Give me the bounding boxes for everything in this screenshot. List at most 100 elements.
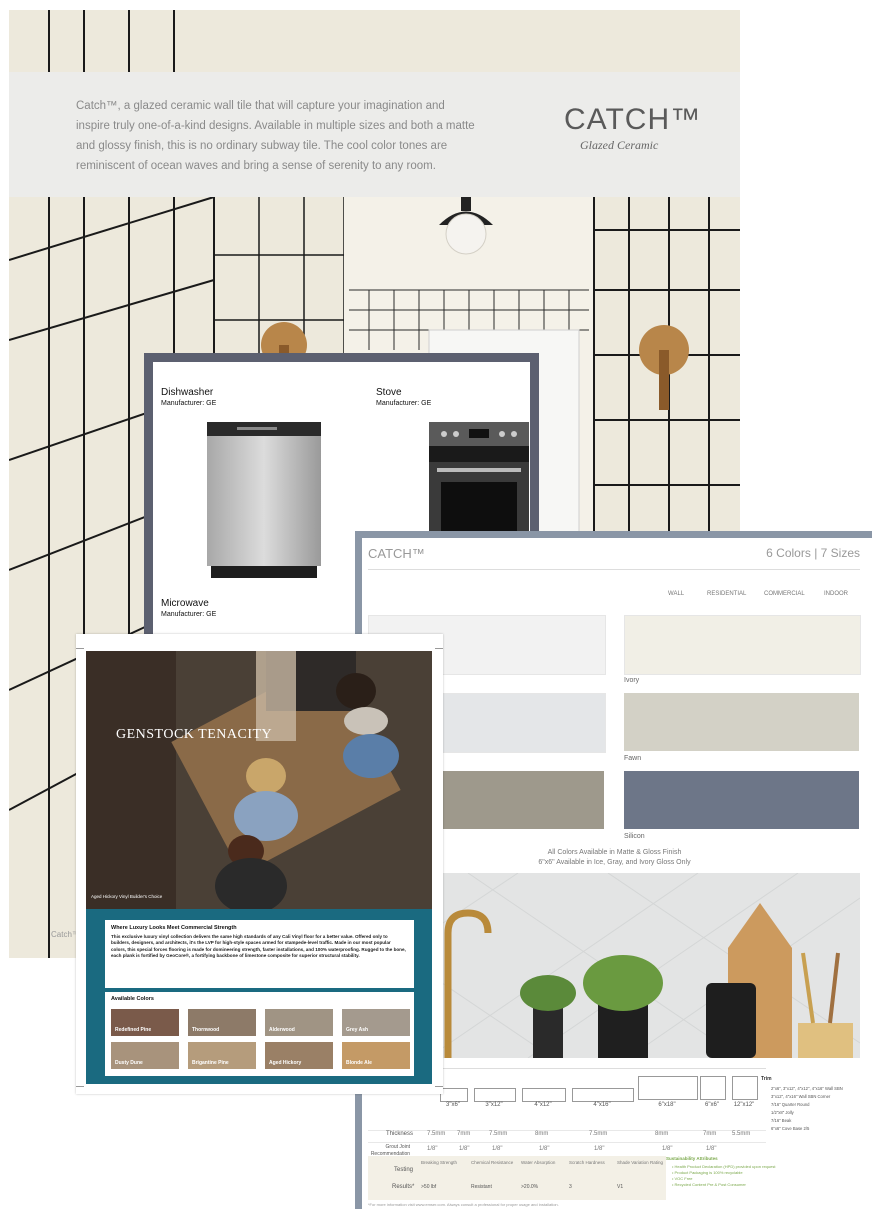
testing-label: Testing [394, 1167, 414, 1173]
swatch-label: Silicon [624, 833, 645, 840]
swatch-label: Fawn [624, 755, 642, 762]
sustainability-item: • Product Packaging is 100% recyclable [672, 1170, 743, 1175]
header-divider [368, 569, 860, 570]
thickness-value: 5.5mm [732, 1131, 751, 1137]
appliance-manufacturer: Manufacturer: GE [376, 400, 432, 407]
trim-item: 1/2"x8" Jolly [771, 1110, 794, 1115]
thickness-label: Thickness [386, 1131, 414, 1137]
testing-row: Breaking Strength Chemical Resistance Wate… [421, 1160, 666, 1176]
flyer-title: GENSTOCK TENACITY [116, 727, 273, 742]
size-label: 6"x18" [658, 1102, 676, 1108]
testing-item: Water Absorption [521, 1160, 556, 1165]
color-chip-label: Aged Hickory [269, 1060, 302, 1066]
size-label: 3"x12" [485, 1102, 503, 1108]
result-value: V1 [617, 1184, 624, 1190]
trim-item: 7/16" Beak [771, 1118, 792, 1123]
grout-value: 1/8" [492, 1146, 503, 1152]
size-label: 3"x6" [446, 1102, 460, 1108]
color-chip: Alderwood [265, 1009, 333, 1036]
size-outline [700, 1076, 726, 1100]
size-outline-row: 3"x6" 3"x12" 4"x12" 4"x16" 6"x18" 6"x6" 12"x12… [440, 1076, 760, 1120]
description-heading: Where Luxury Looks Meet Commercial Stren… [111, 925, 237, 931]
thickness-value: 8mm [535, 1131, 549, 1137]
color-chip: Redefined Pine [111, 1009, 179, 1036]
grout-value: 1/8" [539, 1146, 550, 1152]
description-body: This exclusive luxury vinyl collection d… [111, 934, 406, 958]
usage-residential: RESIDENTIAL [707, 591, 747, 597]
description-card: Where Luxury Looks Meet Commercial Stren… [105, 920, 414, 988]
colors-heading: Available Colors [111, 996, 154, 1002]
crop-mark [435, 1086, 443, 1087]
swatch-label: Ivory [624, 677, 640, 684]
thickness-value: 7mm [457, 1131, 471, 1137]
color-chip-grid: Redefined Pine Thornwood Alderwood Grey Ash… [111, 1009, 411, 1071]
usage-wall: WALL [668, 591, 685, 597]
color-swatch [624, 693, 859, 751]
thickness-value: 7.5mm [427, 1131, 446, 1137]
testing-item: Scratch Hardness [569, 1160, 605, 1165]
appliance-name: Microwave [161, 598, 209, 609]
appliance-manufacturer: Manufacturer: GE [161, 611, 217, 618]
spec-subtitle: 6 Colors | 7 Sizes [766, 546, 860, 560]
color-chip-label: Blonde Ale [346, 1060, 372, 1066]
cafe-photo: GENSTOCK TENACITY Aged Hickory Vinyl Bui… [86, 651, 432, 909]
color-chip: Thornwood [188, 1009, 256, 1036]
row-divider [368, 1142, 766, 1143]
color-chip: Grey Ash [342, 1009, 410, 1036]
color-chip-label: Dusty Dune [115, 1060, 143, 1066]
appliance-name: Stove [376, 387, 402, 398]
sustainability-item: • Health Product Declaration (HPD) provi… [672, 1164, 776, 1169]
grout-row: 1/8" 1/8" 1/8" 1/8" 1/8" 1/8" 1/8" [422, 1146, 862, 1156]
thickness-value: 7mm [703, 1131, 717, 1137]
size-label: 4"x16" [593, 1102, 611, 1108]
grout-value: 1/8" [427, 1146, 438, 1152]
colors-card: Available Colors Redefined Pine Thornwood… [105, 992, 414, 1076]
color-chip: Brigantine Pine [188, 1042, 256, 1069]
thickness-value: 7.5mm [589, 1131, 608, 1137]
size-outline [522, 1088, 566, 1102]
crop-mark [435, 648, 443, 649]
grout-value: 1/8" [594, 1146, 605, 1152]
brochure-brand: CATCH™ [564, 103, 702, 136]
color-swatch [624, 771, 859, 829]
appliance-manufacturer: Manufacturer: GE [161, 400, 217, 407]
results-label: Results* [392, 1184, 415, 1190]
result-value: 3 [569, 1184, 572, 1190]
thickness-value: 8mm [655, 1131, 669, 1137]
usage-commercial: COMMERCIAL [764, 591, 805, 597]
result-value: >20.0% [521, 1184, 539, 1190]
testing-item: Shade Variation Rating [617, 1160, 663, 1165]
color-chip: Aged Hickory [265, 1042, 333, 1069]
appliance-name: Dishwasher [161, 387, 214, 398]
cafe-scene [86, 651, 432, 909]
size-outline [732, 1076, 758, 1100]
color-chip-label: Brigantine Pine [192, 1060, 229, 1066]
result-value: >50 lbf [421, 1184, 437, 1190]
spec-title: CATCH™ [368, 546, 425, 561]
color-chip-label: Thornwood [192, 1027, 220, 1033]
photo-caption: Aged Hickory Vinyl Builder's Choice [91, 894, 163, 899]
color-chip-label: Redefined Pine [115, 1027, 152, 1033]
thickness-value: 7.5mm [489, 1131, 508, 1137]
color-swatch [624, 615, 861, 675]
crop-mark [76, 648, 84, 649]
size-outline [440, 1088, 468, 1102]
grout-value: 1/8" [662, 1146, 673, 1152]
grout-value: 1/8" [706, 1146, 717, 1152]
color-chip-label: Grey Ash [346, 1027, 369, 1033]
results-row: >50 lbf Resistant >20.0% 3 V1 [421, 1184, 666, 1194]
sustainability-heading: Sustainability Attributes [666, 1156, 718, 1161]
trim-item: 3"x12", 4"x16" Wall SBN Corner [771, 1094, 831, 1099]
brochure-description: Catch™, a glazed ceramic wall tile that … [76, 100, 475, 172]
size-outline [474, 1088, 516, 1102]
grout-value: 1/8" [459, 1146, 470, 1152]
genstock-flyer: GENSTOCK TENACITY Aged Hickory Vinyl Bui… [76, 634, 443, 1094]
brochure-subtitle: Glazed Ceramic [580, 138, 659, 152]
sustainability-item: • VOC Free [672, 1176, 693, 1181]
color-chip: Dusty Dune [111, 1042, 179, 1069]
sustainability-item: • Recycled Content Pre & Post Consumer [672, 1182, 746, 1187]
color-chip: Blonde Ale [342, 1042, 410, 1069]
usage-indoor: INDOOR [824, 591, 848, 597]
size-outline [638, 1076, 698, 1100]
flyer-teal-section: Where Luxury Looks Meet Commercial Stren… [86, 909, 432, 1084]
